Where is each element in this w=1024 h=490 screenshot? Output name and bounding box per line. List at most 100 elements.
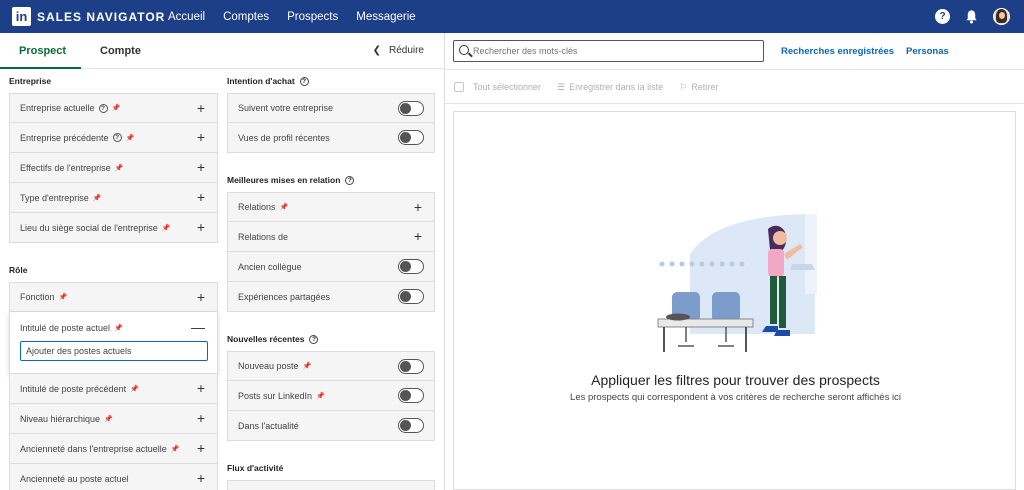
pin-icon[interactable]: 📌 bbox=[126, 134, 135, 142]
search-input[interactable] bbox=[473, 44, 758, 58]
help-icon[interactable]: ? bbox=[935, 9, 950, 24]
filter-label: Niveau hiérarchique bbox=[20, 413, 101, 424]
filter-entreprise-actuelle[interactable]: Entreprise actuelle? 📌 + bbox=[9, 93, 218, 123]
personas-link[interactable]: Personas bbox=[906, 46, 949, 57]
filter-ancien-collegue[interactable]: Ancien collègue bbox=[227, 252, 435, 282]
pin-icon[interactable]: 📌 bbox=[93, 194, 102, 202]
help-icon[interactable]: ? bbox=[112, 133, 122, 142]
pin-icon[interactable]: 📌 bbox=[280, 203, 289, 211]
plus-icon[interactable]: + bbox=[197, 290, 205, 304]
filter-dans-actualite[interactable]: Dans l'actualité bbox=[227, 411, 435, 441]
select-all-label[interactable]: Tout sélectionner bbox=[473, 82, 541, 92]
pin-icon[interactable]: 📌 bbox=[316, 392, 325, 400]
plus-icon[interactable]: + bbox=[197, 441, 205, 455]
empty-state-title: Appliquer les filtres pour trouver des p… bbox=[591, 372, 880, 388]
toggle-switch[interactable] bbox=[398, 259, 424, 274]
filter-label: Relations bbox=[238, 202, 276, 212]
filter-label: Entreprise actuelle bbox=[20, 103, 95, 113]
filter-flux-partial[interactable]: + bbox=[227, 480, 435, 490]
help-icon[interactable]: ? bbox=[345, 175, 355, 185]
filter-label: Posts sur LinkedIn bbox=[238, 390, 313, 401]
pin-icon[interactable]: 📌 bbox=[59, 293, 68, 301]
remove-button[interactable]: ⚐ Retirer bbox=[679, 82, 718, 93]
help-icon[interactable]: ? bbox=[309, 334, 319, 344]
help-icon[interactable]: ? bbox=[299, 76, 309, 86]
pin-icon[interactable]: 📌 bbox=[112, 104, 121, 112]
pin-icon[interactable]: 📌 bbox=[303, 362, 312, 370]
filter-anciennete-poste[interactable]: Ancienneté au poste actuel + bbox=[9, 464, 218, 490]
pin-icon[interactable]: 📌 bbox=[104, 415, 113, 423]
filter-label: Entreprise précédente bbox=[20, 132, 109, 143]
help-icon[interactable]: ? bbox=[98, 103, 108, 113]
section-title-text: Nouvelles récentes bbox=[227, 334, 305, 344]
filter-nouveau-poste[interactable]: Nouveau poste 📌 bbox=[227, 351, 435, 381]
toggle-switch[interactable] bbox=[398, 388, 424, 403]
saved-searches-link[interactable]: Recherches enregistrées bbox=[781, 46, 894, 57]
nav-item-messagerie[interactable]: Messagerie bbox=[356, 11, 415, 23]
toggle-switch[interactable] bbox=[398, 289, 424, 304]
tab-prospect[interactable]: Prospect bbox=[19, 45, 66, 57]
filter-fonction[interactable]: Fonction 📌 + bbox=[9, 282, 218, 312]
minus-icon[interactable]: — bbox=[191, 319, 205, 335]
pin-icon[interactable]: 📌 bbox=[171, 445, 180, 453]
filter-label: Lieu du siège social de l'entreprise bbox=[20, 222, 158, 233]
filter-label: Type d'entreprise bbox=[20, 192, 89, 203]
filters-column-right: Intention d'achat? Suivent votre entrepr… bbox=[227, 69, 435, 490]
plus-icon[interactable]: + bbox=[197, 190, 205, 204]
filter-relations-de[interactable]: Relations de + bbox=[227, 222, 435, 252]
plus-icon[interactable]: + bbox=[197, 130, 205, 144]
list-icon: ☰ bbox=[557, 81, 566, 92]
plus-icon[interactable]: + bbox=[414, 200, 422, 214]
linkedin-logo-icon: in bbox=[12, 7, 31, 26]
filter-intitule-poste-actuel: Intitulé de poste actuel 📌 — bbox=[9, 312, 218, 374]
pin-icon[interactable]: 📌 bbox=[162, 224, 171, 232]
empty-state-illustration bbox=[657, 214, 817, 352]
nav-item-accueil[interactable]: Accueil bbox=[168, 11, 205, 23]
collapse-button[interactable]: ❮ Réduire bbox=[373, 45, 424, 56]
plus-icon[interactable]: + bbox=[197, 220, 205, 234]
plus-icon[interactable]: + bbox=[197, 160, 205, 174]
filter-type-entreprise[interactable]: Type d'entreprise 📌 + bbox=[9, 183, 218, 213]
filter-label: Fonction bbox=[20, 292, 55, 302]
pin-icon[interactable]: 📌 bbox=[115, 164, 124, 172]
filter-anciennete-entreprise[interactable]: Ancienneté dans l'entreprise actuelle 📌 + bbox=[9, 434, 218, 464]
section-title-flux: Flux d'activité bbox=[227, 463, 284, 473]
filter-lieu-siege[interactable]: Lieu du siège social de l'entreprise 📌 + bbox=[9, 213, 218, 243]
avatar[interactable] bbox=[993, 8, 1010, 25]
save-to-list-button[interactable]: ☰ Enregistrer dans la liste bbox=[557, 82, 663, 93]
results-panel: Recherches enregistrées Personas Tout sé… bbox=[445, 33, 1024, 490]
nav-item-prospects[interactable]: Prospects bbox=[287, 11, 338, 23]
filter-relations[interactable]: Relations 📌 + bbox=[227, 192, 435, 222]
toggle-switch[interactable] bbox=[398, 101, 424, 116]
plus-icon[interactable]: + bbox=[197, 101, 205, 115]
section-title-text: Meilleures mises en relation bbox=[227, 175, 341, 185]
toggle-switch[interactable] bbox=[398, 130, 424, 145]
filter-label: Ancienneté au poste actuel bbox=[20, 473, 129, 484]
plus-icon[interactable]: + bbox=[197, 381, 205, 395]
current-title-input[interactable] bbox=[20, 341, 208, 361]
filter-intitule-poste-precedent[interactable]: Intitulé de poste précédent 📌 + bbox=[9, 374, 218, 404]
pin-icon[interactable]: 📌 bbox=[130, 385, 139, 393]
filter-label: Intitulé de poste précédent bbox=[20, 383, 127, 394]
toggle-switch[interactable] bbox=[398, 418, 424, 433]
toggle-switch[interactable] bbox=[398, 359, 424, 374]
plus-icon[interactable]: + bbox=[197, 471, 205, 485]
select-all-checkbox[interactable] bbox=[454, 82, 464, 92]
bell-icon[interactable] bbox=[964, 9, 979, 24]
divider bbox=[445, 69, 1024, 70]
tab-compte[interactable]: Compte bbox=[100, 45, 141, 57]
filter-suivent-entreprise[interactable]: Suivent votre entreprise bbox=[227, 93, 435, 123]
keyword-search[interactable] bbox=[453, 40, 764, 62]
brand-name: SALES NAVIGATOR bbox=[37, 9, 166, 24]
filter-vues-profil[interactable]: Vues de profil récentes bbox=[227, 123, 435, 153]
filter-entreprise-precedente[interactable]: Entreprise précédente? 📌 + bbox=[9, 123, 218, 153]
sales-navigator-logo[interactable]: in SALES NAVIGATOR bbox=[12, 7, 165, 26]
filter-effectifs[interactable]: Effectifs de l'entreprise 📌 + bbox=[9, 153, 218, 183]
nav-item-comptes[interactable]: Comptes bbox=[223, 11, 269, 23]
filter-niveau-hierarchique[interactable]: Niveau hiérarchique 📌 + bbox=[9, 404, 218, 434]
pin-icon[interactable]: 📌 bbox=[114, 324, 123, 332]
plus-icon[interactable]: + bbox=[414, 229, 422, 243]
plus-icon[interactable]: + bbox=[197, 411, 205, 425]
filter-posts-linkedin[interactable]: Posts sur LinkedIn 📌 bbox=[227, 381, 435, 411]
filter-experiences-partagees[interactable]: Expériences partagées bbox=[227, 282, 435, 312]
